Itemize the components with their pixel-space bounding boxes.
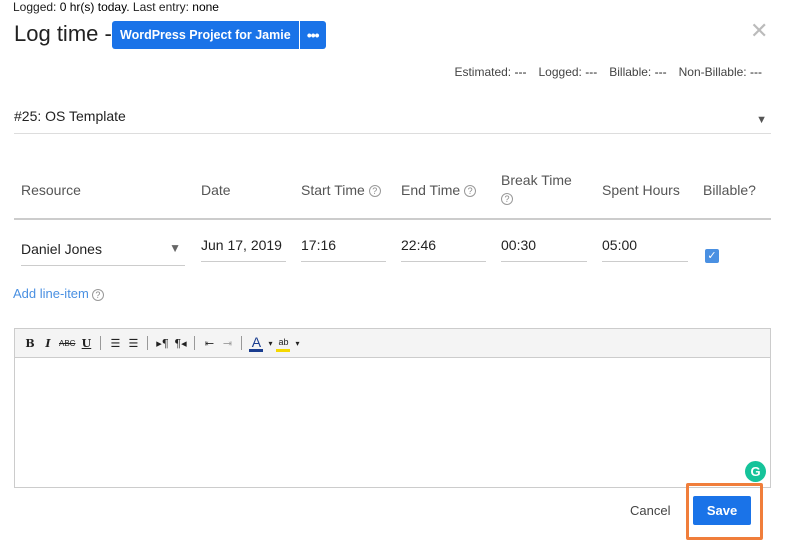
chevron-down-icon[interactable]: ▼ [756, 114, 767, 126]
underline-icon[interactable]: U [79, 335, 93, 351]
billable-checkbox[interactable]: ✓ [705, 249, 719, 263]
project-selector[interactable]: WordPress Project for Jamie ••• [112, 21, 326, 49]
chevron-down-icon[interactable]: ▼ [169, 241, 181, 255]
cancel-button[interactable]: Cancel [630, 503, 670, 518]
dialog-title: Log time - [14, 21, 112, 46]
logged-summary: Logged: 0 hr(s) today. Last entry: none [13, 0, 219, 14]
bullet-list-icon[interactable]: ☰ [126, 335, 140, 351]
start-time-field[interactable]: 17:16 [301, 232, 386, 262]
indent-icon[interactable]: ⇥ [220, 335, 234, 351]
ordered-list-icon[interactable]: ☰ [108, 335, 122, 351]
logged-hours: 0 hr(s) today. [59, 0, 130, 14]
text-color-icon[interactable]: A [249, 334, 264, 352]
task-select[interactable]: #25: OS Template ▼ [14, 108, 771, 134]
add-line-item-link[interactable]: Add line-item? [13, 286, 104, 301]
project-name-button[interactable]: WordPress Project for Jamie [112, 21, 299, 49]
close-icon[interactable]: ✕ [750, 20, 768, 42]
add-line-item-label[interactable]: Add line-item [13, 286, 89, 301]
chevron-down-icon[interactable]: ▾ [268, 339, 272, 348]
column-billable: Billable? [703, 182, 756, 198]
last-entry-value: none [192, 0, 219, 14]
column-end-time: End Time? [401, 182, 477, 198]
strikethrough-icon[interactable]: ABC [59, 335, 75, 351]
column-spent-hours: Spent Hours [602, 182, 680, 198]
column-start-time: Start Time? [301, 182, 381, 198]
column-date: Date [201, 182, 231, 198]
help-icon[interactable]: ? [501, 193, 513, 206]
last-entry-prefix: Last entry: [132, 0, 189, 14]
column-resource: Resource [21, 182, 81, 198]
toolbar-divider [194, 336, 196, 350]
ltr-icon[interactable]: ▸¶ [155, 335, 169, 351]
stat-logged: Logged: --- [538, 65, 598, 79]
table-row: Daniel Jones ▼ Jun 17, 2019 17:16 22:46 … [14, 232, 771, 272]
more-options-icon[interactable]: ••• [298, 21, 326, 49]
task-select-value: #25: OS Template [14, 108, 126, 124]
end-time-field[interactable]: 22:46 [401, 232, 486, 262]
column-break-time: Break Time? [501, 172, 572, 206]
toolbar-divider [147, 336, 149, 350]
editor-toolbar: B I ABC U ☰ ☰ ▸¶ ¶◂ ⇤ ⇥ A ▾ ab ▾ [15, 329, 770, 358]
save-button[interactable]: Save [693, 496, 751, 525]
table-header: Resource Date Start Time? End Time? Brea… [14, 170, 771, 220]
help-icon[interactable]: ? [368, 185, 381, 198]
toolbar-divider [100, 336, 102, 350]
stat-billable: Billable: --- [609, 65, 667, 79]
break-time-field[interactable]: 00:30 [501, 232, 587, 262]
rtl-icon[interactable]: ¶◂ [173, 335, 187, 351]
help-icon[interactable]: ? [91, 288, 104, 301]
chevron-down-icon[interactable]: ▾ [295, 339, 299, 348]
time-stats: Estimated: --- Logged: --- Billable: ---… [454, 65, 762, 79]
stat-estimated: Estimated: --- [454, 65, 527, 79]
toolbar-divider [241, 336, 243, 350]
grammarly-icon[interactable]: G [745, 461, 766, 482]
resource-value: Daniel Jones [21, 241, 102, 257]
italic-icon[interactable]: I [41, 335, 55, 351]
outdent-icon[interactable]: ⇤ [202, 335, 216, 351]
resource-select[interactable]: Daniel Jones ▼ [21, 232, 185, 266]
notes-editor[interactable]: B I ABC U ☰ ☰ ▸¶ ¶◂ ⇤ ⇥ A ▾ ab ▾ [14, 328, 771, 488]
stat-non-billable: Non-Billable: --- [678, 65, 762, 79]
spent-hours-field[interactable]: 05:00 [602, 232, 688, 262]
date-field[interactable]: Jun 17, 2019 [201, 232, 286, 262]
bold-icon[interactable]: B [23, 335, 37, 351]
highlight-icon[interactable]: ab [276, 335, 291, 352]
help-icon[interactable]: ? [464, 185, 477, 198]
logged-prefix: Logged: [13, 0, 57, 14]
